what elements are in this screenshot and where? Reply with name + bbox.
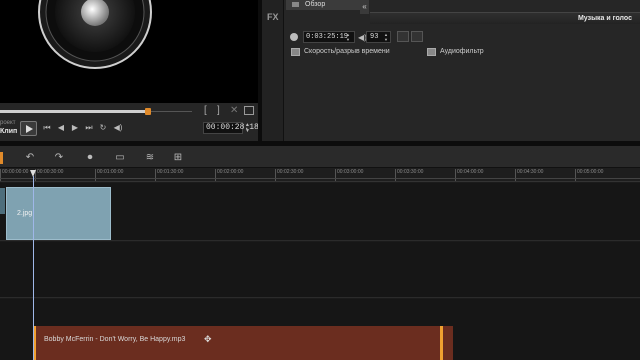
toolbar-accent	[0, 152, 3, 164]
timeline-ruler[interactable]: 00:00:00:00 00:00:30:00 00:01:00:00 00:0…	[0, 168, 640, 182]
move-cursor-icon: ✥	[204, 334, 212, 344]
tab-music-voice-label: Музыка и голос	[577, 15, 632, 22]
timeline-toolbar: ↶ ↷ ⏺ ▭ ≋ ⊞	[0, 146, 640, 168]
volume-spinner-icon[interactable]: ▲ ▼	[384, 32, 391, 42]
sound-mixer-icon[interactable]: ▭	[114, 152, 126, 163]
auto-music-icon[interactable]: ⊞	[172, 152, 184, 163]
mark-out-button[interactable]: ]	[217, 105, 220, 116]
mark-in-button[interactable]: [	[204, 105, 207, 116]
ruler-tick: 00:05:00:00	[574, 169, 604, 181]
browse-label: Обзор	[305, 1, 326, 8]
record-capture-icon[interactable]: ⏺	[84, 152, 96, 163]
fx-rail: FX	[262, 0, 284, 141]
image-clip-label: 2.jpg	[17, 210, 33, 217]
clip-mode-label[interactable]: Клип	[0, 128, 17, 135]
ruler-tick: 00:03:00:00	[334, 169, 364, 181]
speed-icon[interactable]	[291, 48, 300, 56]
options-panel: FX Обзор « Музыка и голос 0:03:25:19 ▲ ▼ …	[262, 0, 640, 141]
scrub-bar[interactable]	[0, 107, 192, 116]
next-frame-icon[interactable]: ▶	[70, 123, 80, 133]
ruler-tick: 00:01:00:00	[94, 169, 124, 181]
ruler-tick: 00:04:00:00	[454, 169, 484, 181]
ruler-tick: 00:02:30:00	[274, 169, 304, 181]
previous-frame-icon[interactable]: ◀	[56, 123, 66, 133]
audio-clip[interactable]: Bobby McFerrin - Don't Worry, Be Happy.m…	[33, 326, 453, 360]
ruler-tick: 00:00:00:00	[0, 169, 29, 181]
ruler-tick: 00:02:00:00	[214, 169, 244, 181]
ruler-tick: 00:01:30:00	[154, 169, 184, 181]
ruler-tick: 00:04:30:00	[514, 169, 544, 181]
scrub-played	[0, 110, 148, 113]
speaker-image	[38, 0, 152, 69]
fx-label[interactable]: FX	[267, 12, 279, 22]
audio-filter-button[interactable]: Аудиофильтр	[440, 48, 484, 55]
timecode-spinner-icon[interactable]: ▲ ▼	[245, 122, 253, 134]
audio-clip-label: Bobby McFerrin - Don't Worry, Be Happy.m…	[44, 336, 186, 343]
preview-panel: [ ] ✕ роект Клип ⏮ ◀ ▶ ⏭ ↻ ◀) 00:00:28:1…	[0, 0, 259, 141]
playhead-line[interactable]	[33, 176, 34, 360]
fade-out-icon[interactable]	[411, 31, 423, 42]
overlay-track[interactable]	[0, 242, 640, 298]
repeat-icon[interactable]: ↻	[98, 123, 108, 133]
duration-spinner-icon[interactable]: ▲ ▼	[346, 32, 353, 42]
audio-waveform-icon[interactable]: ≋	[144, 152, 156, 163]
end-icon[interactable]: ⏭	[84, 123, 94, 133]
audio-filter-icon[interactable]	[427, 48, 436, 56]
ruler-baseline	[0, 178, 640, 179]
home-icon[interactable]: ⏮	[42, 123, 52, 133]
undo-icon[interactable]: ↶	[24, 152, 36, 163]
scissors-icon[interactable]: ✕	[230, 105, 238, 116]
speed-time-stretch-button[interactable]: Скорость/разрыв времени	[304, 48, 390, 55]
audio-clip-trim-handle[interactable]	[440, 326, 443, 360]
browse-button[interactable]: Обзор	[286, 0, 360, 10]
clip-image-previous[interactable]	[0, 188, 5, 214]
clock-icon	[290, 33, 298, 41]
player-timecode[interactable]: 00:00:28:18	[203, 122, 259, 134]
preview-video	[0, 0, 258, 103]
folder-icon	[292, 2, 299, 7]
scrub-handle[interactable]	[145, 108, 151, 115]
tab-music-voice[interactable]: Музыка и голос	[370, 12, 640, 24]
project-mode-label[interactable]: роект	[0, 120, 15, 126]
scrub-remaining	[148, 111, 192, 112]
fade-in-icon[interactable]	[397, 31, 409, 42]
collapse-options-button[interactable]: «	[360, 0, 369, 14]
snapshot-icon[interactable]	[244, 106, 254, 115]
ruler-tick: 00:03:30:00	[394, 169, 424, 181]
image-clip[interactable]: 2.jpg	[6, 187, 111, 240]
volume-icon[interactable]: ◀)	[113, 123, 123, 133]
ruler-tick: 00:00:30:00	[34, 169, 64, 181]
play-button[interactable]	[20, 121, 37, 136]
redo-icon[interactable]: ↷	[53, 152, 65, 163]
